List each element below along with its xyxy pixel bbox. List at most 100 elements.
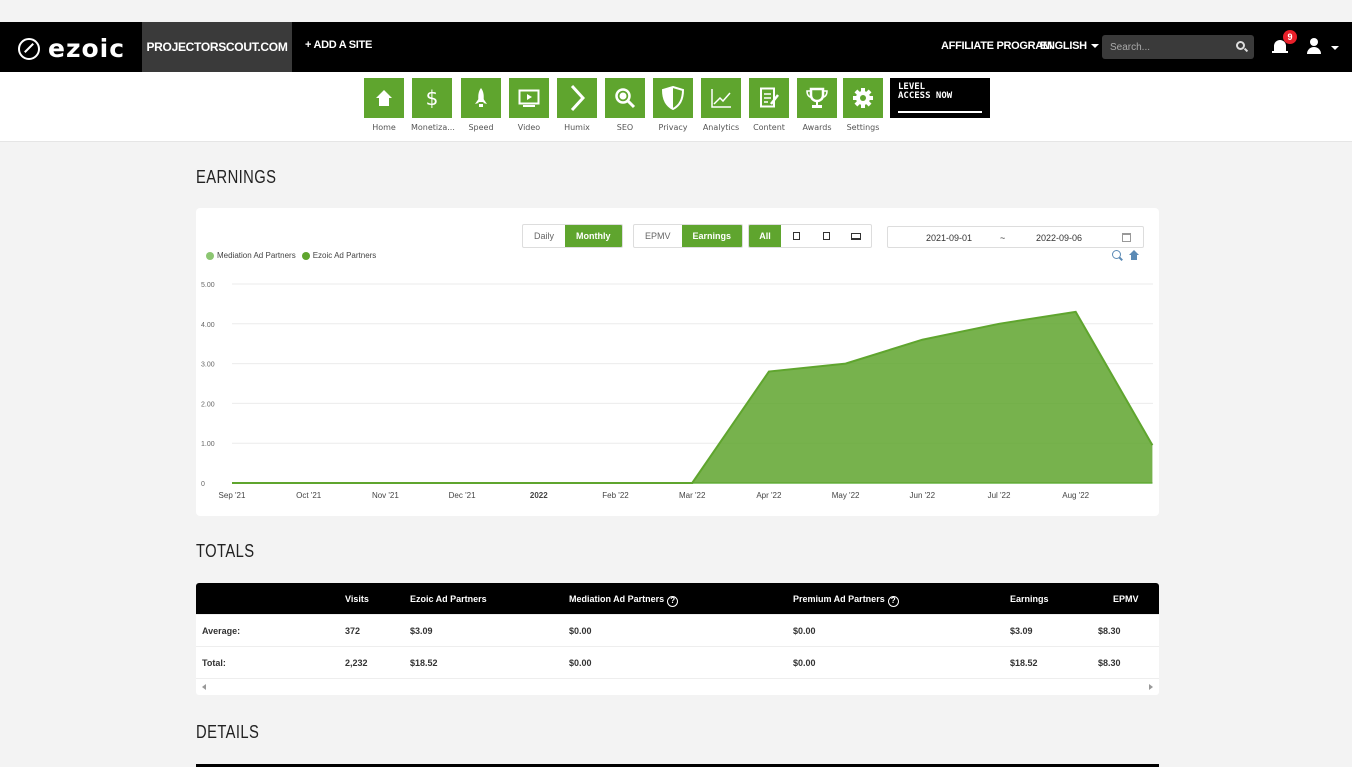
module-awards[interactable]: Awards [796, 78, 838, 132]
module-analytics[interactable]: Analytics [700, 78, 742, 132]
line-chart-icon [701, 78, 741, 118]
area-series-1 [232, 311, 1153, 483]
module-label: Analytics [702, 123, 740, 132]
row-label: Total: [202, 658, 226, 668]
table-cell: $18.52 [410, 658, 438, 668]
column-header: EPMV [1113, 594, 1139, 604]
table-cell: $3.09 [410, 626, 433, 636]
table-cell: $0.00 [793, 658, 816, 668]
language-label: ENGLISH [1040, 40, 1087, 52]
table-cell: 372 [345, 626, 361, 636]
search-icon[interactable] [1236, 41, 1245, 50]
top-navigation-bar: ezoic PROJECTORSCOUT.COM + ADD A SITE AF… [0, 22, 1352, 72]
user-avatar-icon[interactable] [1307, 38, 1321, 56]
notification-count-badge: 9 [1283, 30, 1297, 44]
module-humix[interactable]: Humix [556, 78, 598, 132]
module-label: SEO [616, 123, 634, 132]
totals-heading: TOTALS [196, 541, 255, 561]
x-tick-label: Aug '22 [1062, 491, 1089, 500]
logo-text: ezoic [48, 34, 126, 63]
x-tick-label: Jun '22 [910, 491, 936, 500]
details-heading: DETAILS [196, 722, 260, 742]
module-label: Video [517, 123, 541, 132]
y-tick-label: 5.00 [201, 282, 215, 289]
language-selector[interactable]: ENGLISH [1040, 40, 1099, 52]
x-tick-label: Mar '22 [679, 491, 706, 500]
module-privacy[interactable]: Privacy [652, 78, 694, 132]
column-header-label: Mediation Ad Partners [569, 594, 665, 604]
table-cell: $8.30 [1098, 626, 1121, 636]
ezoic-logo[interactable]: ezoic [18, 34, 125, 63]
document-edit-icon [749, 78, 789, 118]
totals-table: Visits Ezoic Ad Partners Mediation Ad Pa… [196, 583, 1159, 695]
table-row: Average: 372 $3.09 $0.00 $0.00 $3.09 $8.… [196, 615, 1159, 647]
column-header: Ezoic Ad Partners [410, 594, 487, 604]
table-cell: $8.30 [1098, 658, 1121, 668]
module-monetization[interactable]: $ Monetiza... [411, 78, 455, 132]
chevron-down-icon [1090, 44, 1099, 49]
column-header-premium: Premium Ad Partners? [793, 583, 899, 615]
affiliate-program-link[interactable]: AFFILIATE PROGRAM [941, 40, 1052, 52]
scroll-right-arrow-icon[interactable] [1149, 684, 1153, 690]
x-tick-label: Sep '21 [219, 491, 246, 500]
x-tick-label: Dec '21 [449, 491, 476, 500]
module-home[interactable]: Home [363, 78, 405, 132]
trophy-icon [797, 78, 837, 118]
y-tick-label: 0 [201, 481, 205, 488]
table-header-row: Visits Ezoic Ad Partners Mediation Ad Pa… [196, 583, 1159, 615]
x-tick-label: Oct '21 [296, 491, 322, 500]
table-cell: $0.00 [569, 626, 592, 636]
module-label: Speed [468, 123, 494, 132]
scroll-left-arrow-icon[interactable] [202, 684, 206, 690]
module-label: Privacy [658, 123, 688, 132]
y-tick-label: 2.00 [201, 401, 215, 408]
module-speed[interactable]: Speed [460, 78, 502, 132]
module-seo[interactable]: SEO [604, 78, 646, 132]
module-label: Settings [846, 123, 880, 132]
module-label: Awards [802, 123, 832, 132]
module-label: Home [372, 123, 396, 132]
shield-icon [653, 78, 693, 118]
table-cell: 2,232 [345, 658, 368, 668]
module-video[interactable]: Video [508, 78, 550, 132]
x-tick-label: Jul '22 [988, 491, 1011, 500]
add-site-link[interactable]: + ADD A SITE [305, 39, 372, 51]
x-tick-label: Apr '22 [756, 491, 782, 500]
column-header: Earnings [1010, 594, 1049, 604]
table-row: Total: 2,232 $18.52 $0.00 $0.00 $18.52 $… [196, 647, 1159, 679]
module-content[interactable]: Content [748, 78, 790, 132]
magnifier-icon [605, 78, 645, 118]
y-tick-label: 1.00 [201, 441, 215, 448]
module-settings[interactable]: Settings [842, 78, 884, 132]
table-cell: $3.09 [1010, 626, 1033, 636]
home-icon [364, 78, 404, 118]
y-tick-label: 4.00 [201, 322, 215, 329]
earnings-heading: EARNINGS [196, 167, 277, 187]
user-menu-chevron-icon[interactable] [1331, 46, 1339, 50]
chevron-right-icon [557, 78, 597, 118]
help-icon[interactable]: ? [887, 595, 899, 607]
dollar-icon: $ [412, 78, 452, 118]
rocket-icon [461, 78, 501, 118]
row-label: Average: [202, 626, 241, 636]
module-navigation: Home $ Monetiza... Speed Video Humix SEO… [0, 72, 1352, 142]
search-box [1102, 35, 1254, 59]
level-access-now-banner[interactable]: LEVEL ACCESS NOW [890, 78, 990, 118]
table-cell: $18.52 [1010, 658, 1038, 668]
y-tick-label: 3.00 [201, 362, 215, 369]
logo-mark-icon [18, 37, 40, 60]
module-label: Monetiza... [411, 123, 455, 132]
x-tick-label: Feb '22 [602, 491, 629, 500]
earnings-chart-card: Daily Monthly EPMV Earnings All 2021-09-… [196, 208, 1159, 516]
current-site-tab[interactable]: PROJECTORSCOUT.COM [142, 22, 292, 72]
table-cell: $0.00 [569, 658, 592, 668]
x-tick-label: 2022 [530, 491, 548, 500]
video-icon [509, 78, 549, 118]
horizontal-scrollbar[interactable] [196, 679, 1159, 695]
search-input[interactable] [1110, 41, 1230, 53]
column-header-label: Premium Ad Partners [793, 594, 885, 604]
level-line-2: ACCESS NOW [898, 91, 953, 101]
help-icon[interactable]: ? [667, 595, 679, 607]
table-cell: $0.00 [793, 626, 816, 636]
column-header-mediation: Mediation Ad Partners? [569, 583, 679, 615]
